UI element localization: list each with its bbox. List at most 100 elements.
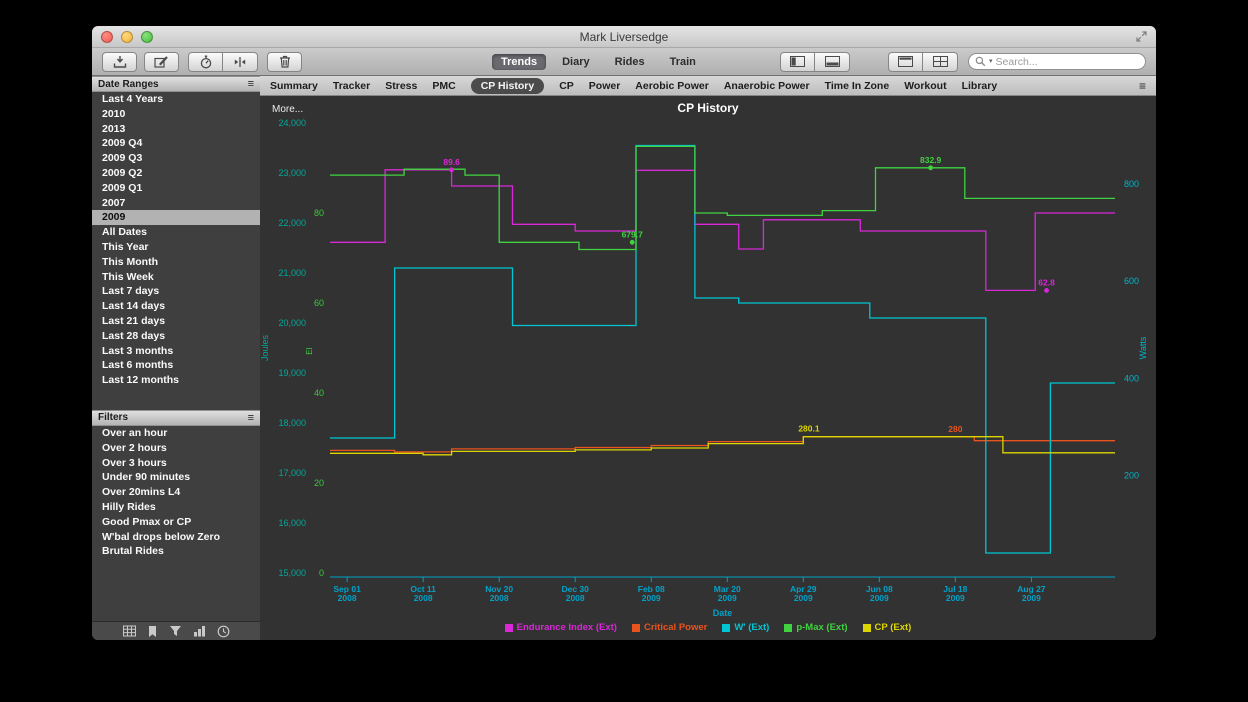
legend-label: CP (Ext) [875,622,912,633]
close-button[interactable] [101,31,113,43]
toggle-sidebar-button[interactable] [780,52,815,72]
caret-down-icon[interactable]: ▾ [989,58,993,65]
toolbar: Trends Diary Rides Train [92,48,1156,76]
legend-swatch [632,624,640,632]
legend-item-endurance-index-ext: Endurance Index (Ext) [505,622,617,633]
single-view-button[interactable] [888,52,923,72]
legend-swatch [505,624,513,632]
sidebar-item-all-dates[interactable]: All Dates [92,225,260,240]
ei-tick-label: 0 [319,568,324,578]
stopwatch-button[interactable] [188,52,223,72]
tab-pmc[interactable]: PMC [432,80,455,92]
ei-tick-label: 20 [314,478,324,488]
chart-settings-link[interactable]: More... [272,104,303,115]
sidebar-item-last-21-days[interactable]: Last 21 days [92,314,260,329]
zoom-button[interactable] [141,31,153,43]
sidebar-item-2007[interactable]: 2007 [92,196,260,211]
sidebar-item-2009-q2[interactable]: 2009 Q2 [92,166,260,181]
watts-tick-label: 600 [1124,276,1139,286]
tab-cp-history[interactable]: CP History [471,78,545,94]
sidebar-item-this-week[interactable]: This Week [92,270,260,285]
tab-summary[interactable]: Summary [270,80,318,92]
y-axes: 15,00016,00017,00018,00019,00020,00021,0… [260,118,1148,578]
import-button[interactable] [102,52,137,72]
hamburger-icon[interactable]: ≡ [1139,79,1146,93]
sidebar-item-2010[interactable]: 2010 [92,107,260,122]
sidebar-item-2009-q3[interactable]: 2009 Q3 [92,151,260,166]
tab-library[interactable]: Library [962,80,998,92]
x-tick-label: Mar 202009 [714,584,741,603]
delete-button[interactable] [267,52,302,72]
annotation-label: 62.8 [1038,277,1055,287]
sidebar-item-2013[interactable]: 2013 [92,122,260,137]
sidebar-item-under-90-minutes[interactable]: Under 90 minutes [92,470,260,485]
view-tab-rides[interactable]: Rides [606,54,654,70]
single-view-icon [898,56,913,67]
bookmark-icon[interactable] [147,625,158,638]
sidebar-item-this-month[interactable]: This Month [92,255,260,270]
sidebar-item-2009-q4[interactable]: 2009 Q4 [92,136,260,151]
sidebar-item-2009-q1[interactable]: 2009 Q1 [92,181,260,196]
cp-history-chart: Sep 012008Oct 112008Nov 202008Dec 302008… [260,96,1156,640]
sidebar-item-last-7-days[interactable]: Last 7 days [92,284,260,299]
legend-item-cp-ext: CP (Ext) [863,622,912,633]
tiled-view-button[interactable] [923,52,958,72]
legend-swatch [863,624,871,632]
joules-tick-label: 18,000 [278,418,306,428]
view-tab-train[interactable]: Train [661,54,705,70]
joules-tick-label: 15,000 [278,568,306,578]
chart-bars-icon[interactable] [193,625,206,637]
sidebar-item-2009[interactable]: 2009 [92,210,260,225]
search-field[interactable]: ▾ [968,53,1146,70]
sidebar-item-over-an-hour[interactable]: Over an hour [92,426,260,441]
hamburger-icon[interactable]: ≡ [248,78,254,90]
legend-swatch [722,624,730,632]
filter-icon[interactable] [169,625,182,637]
view-tab-diary[interactable]: Diary [553,54,599,70]
sidebar-item-good-pmax-or-cp[interactable]: Good Pmax or CP [92,515,260,530]
tab-power[interactable]: Power [589,80,621,92]
window-title: Mark Liversedge [92,30,1156,44]
tab-stress[interactable]: Stress [385,80,417,92]
content: Date Ranges≡Last 4 Years201020132009 Q42… [92,76,1156,640]
sidebar-item-last-4-years[interactable]: Last 4 Years [92,92,260,107]
tab-aerobic-power[interactable]: Aerobic Power [635,80,709,92]
grid-icon[interactable] [123,625,136,637]
sidebar-item-w-bal-drops-below-zero[interactable]: W'bal drops below Zero [92,530,260,545]
import-icon [113,55,127,68]
split-view-icon [233,56,247,68]
sidebar-item-last-28-days[interactable]: Last 28 days [92,329,260,344]
sidebar-item-last-6-months[interactable]: Last 6 months [92,358,260,373]
compose-button[interactable] [144,52,179,72]
sidebar-item-hilly-rides[interactable]: Hilly Rides [92,500,260,515]
watts-tick-label: 400 [1124,373,1139,383]
view-tab-trends[interactable]: Trends [492,54,546,70]
clock-icon[interactable] [217,625,230,638]
legend-item-critical-power: Critical Power [632,622,707,633]
sidebar-item-over-3-hours[interactable]: Over 3 hours [92,456,260,471]
sidebar-item-last-14-days[interactable]: Last 14 days [92,299,260,314]
tab-workout[interactable]: Workout [904,80,946,92]
sidebar-item-over-2-hours[interactable]: Over 2 hours [92,441,260,456]
sidebar-item-brutal-rides[interactable]: Brutal Rides [92,544,260,559]
sidebar-item-last-12-months[interactable]: Last 12 months [92,373,260,388]
search-input[interactable] [996,56,1139,68]
tab-cp[interactable]: CP [559,80,574,92]
hamburger-icon[interactable]: ≡ [248,412,254,424]
split-view-button[interactable] [223,52,258,72]
tab-time-in-zone[interactable]: Time In Zone [825,80,890,92]
minimize-button[interactable] [121,31,133,43]
tool-group [188,52,258,72]
titlebar[interactable]: Mark Liversedge [92,26,1156,48]
toggle-lowbar-button[interactable] [815,52,850,72]
sidebar-item-last-3-months[interactable]: Last 3 months [92,344,260,359]
joules-tick-label: 23,000 [278,168,306,178]
annotation-dot [928,165,933,170]
annotation-dot [630,240,635,245]
sidebar-item-this-year[interactable]: This Year [92,240,260,255]
tab-anaerobic-power[interactable]: Anaerobic Power [724,80,810,92]
tab-tracker[interactable]: Tracker [333,80,370,92]
tiled-view-icon [933,56,948,67]
fullscreen-icon[interactable] [1136,31,1147,42]
sidebar-item-over-20mins-l4[interactable]: Over 20mins L4 [92,485,260,500]
